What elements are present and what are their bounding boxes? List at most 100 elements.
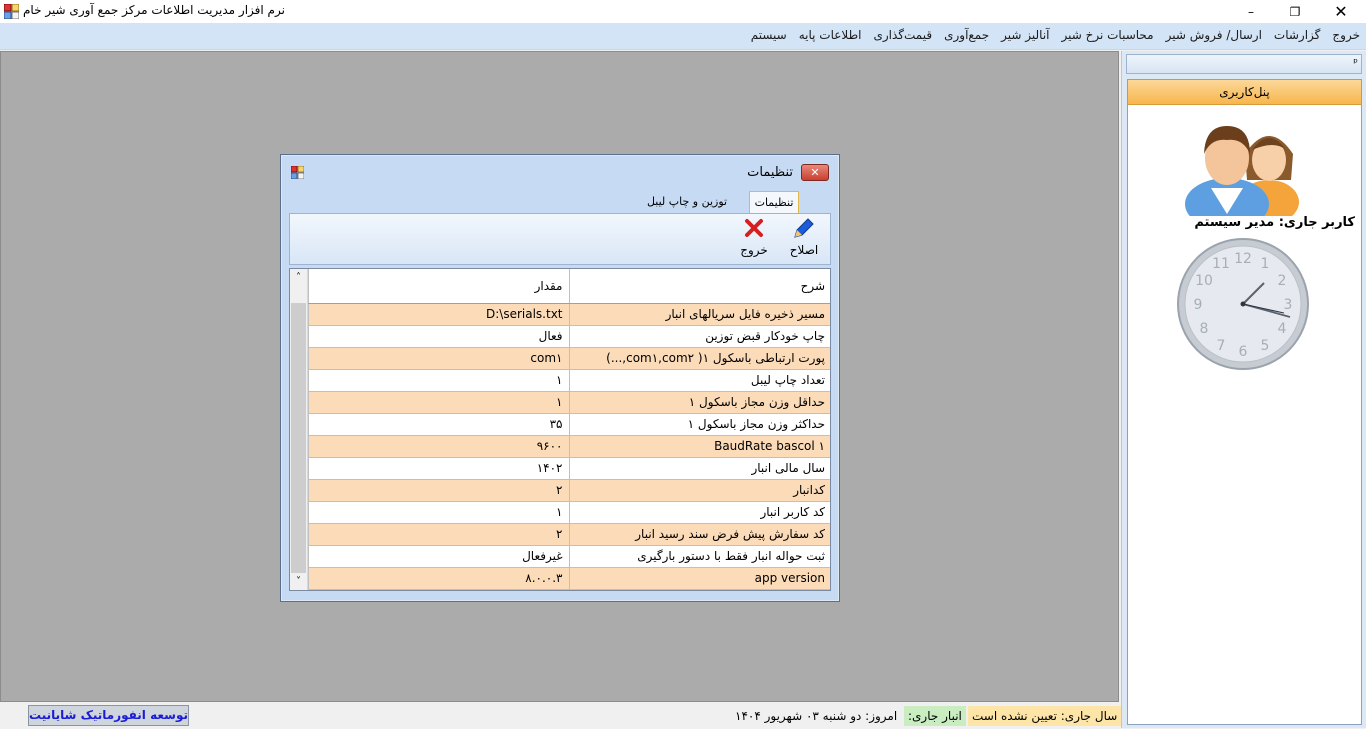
close-icon [745, 219, 763, 237]
menu-items: سیستم اطلاعات پایه قیمت‌گذاری جمع‌آوری آ… [751, 28, 1360, 42]
grid-scrollbar[interactable]: ˄ ˅ [290, 269, 308, 590]
row-description[interactable]: حداکثر وزن مجاز باسکول ۱ [568, 413, 830, 436]
menu-send-sell[interactable]: ارسال/ فروش شیر [1166, 28, 1262, 42]
table-row[interactable]: حداقل وزن مجاز باسکول ۱ ۱ [308, 391, 830, 414]
clock-num: 10 [1195, 273, 1213, 289]
table-row[interactable]: ثبت حواله انبار فقط با دستور بارگیری غیر… [308, 545, 830, 568]
row-description[interactable]: حداقل وزن مجاز باسکول ۱ [568, 391, 830, 414]
column-header-description[interactable]: شرح [568, 269, 830, 304]
window-title: نرم افزار مدیریت اطلاعات مرکز جمع آوری ش… [23, 3, 285, 17]
row-description[interactable]: BaudRate bascol ۱ [568, 435, 830, 458]
row-description[interactable]: تعداد چاپ لیبل [568, 369, 830, 392]
menu-rate-calculation[interactable]: محاسبات نرخ شیر [1062, 28, 1154, 42]
edit-button[interactable]: اصلاح [784, 216, 824, 262]
table-row[interactable]: کدانبار ۲ [308, 479, 830, 502]
row-value[interactable]: ۸.۰.۰.۳ [308, 567, 569, 590]
dialog-toolbar: اصلاح خروج [289, 213, 831, 265]
row-description[interactable]: سال مالی انبار [568, 457, 830, 480]
scroll-up-arrow[interactable]: ˄ [290, 269, 307, 286]
status-today: امروز: دو شنبه ۰۳ شهریور ۱۴۰۴ [735, 709, 898, 723]
settings-grid[interactable]: ˄ ˅ شرح مقدار مسیر ذخیره فایل سریالهای ا… [289, 268, 831, 591]
table-row[interactable]: تعداد چاپ لیبل ۱ [308, 369, 830, 392]
dialog-icon [291, 166, 304, 179]
side-panel-strip: ᵖ [1126, 54, 1362, 74]
settings-dialog: تنظیمات ✕ تنظیمات توزین و چاپ لیبل اصلاح… [280, 154, 840, 602]
row-value[interactable]: ۱ [308, 501, 569, 524]
row-value[interactable]: غیرفعال [308, 545, 569, 568]
table-row[interactable]: BaudRate bascol ۱ ۹۶۰۰ [308, 435, 830, 458]
dialog-close-button[interactable]: ✕ [801, 164, 829, 181]
row-description[interactable]: کدانبار [568, 479, 830, 502]
row-value[interactable]: ۱ [308, 391, 569, 414]
status-bar: توسعه انفورماتیک شایانیت امروز: دو شنبه … [0, 702, 1122, 729]
tab-settings[interactable]: تنظیمات [749, 191, 799, 213]
clock-num: 5 [1261, 338, 1270, 354]
row-value[interactable]: com۱ [308, 347, 569, 370]
table-row[interactable]: سال مالی انبار ۱۴۰۲ [308, 457, 830, 480]
exit-label: خروج [740, 243, 768, 257]
row-description[interactable]: چاپ خودکار قبض توزین [568, 325, 830, 348]
edit-label: اصلاح [789, 243, 819, 257]
row-value[interactable]: ۱۴۰۲ [308, 457, 569, 480]
menu-bar: سیستم اطلاعات پایه قیمت‌گذاری جمع‌آوری آ… [0, 23, 1366, 50]
column-header-value[interactable]: مقدار [308, 269, 569, 304]
users-icon [1185, 126, 1299, 216]
scroll-thumb[interactable] [291, 303, 306, 573]
brand-label: توسعه انفورماتیک شایانیت [28, 705, 189, 726]
status-current-store: انبار جاری: [904, 706, 966, 726]
exit-button[interactable]: خروج [734, 216, 774, 262]
row-value[interactable]: ۱ [308, 369, 569, 392]
clock-num: 7 [1217, 338, 1226, 354]
row-value[interactable]: ۲ [308, 479, 569, 502]
row-value[interactable]: D:\serials.txt [308, 303, 569, 326]
row-value[interactable]: ۹۶۰۰ [308, 435, 569, 458]
clock-num: 1 [1261, 256, 1270, 272]
row-description[interactable]: app version [568, 567, 830, 590]
dialog-title: تنظیمات [747, 165, 793, 180]
row-description[interactable]: کد سفارش پیش فرض سند رسید انبار [568, 523, 830, 546]
table-row[interactable]: کد سفارش پیش فرض سند رسید انبار ۲ [308, 523, 830, 546]
menu-milk-analysis[interactable]: آنالیز شیر [1001, 28, 1049, 42]
menu-base-info[interactable]: اطلاعات پایه [799, 28, 862, 42]
row-value[interactable]: ۲ [308, 523, 569, 546]
title-bar: نرم افزار مدیریت اطلاعات مرکز جمع آوری ش… [0, 0, 1366, 23]
clock-num: 6 [1239, 344, 1248, 360]
table-row[interactable]: app version ۸.۰.۰.۳ [308, 567, 830, 590]
clock-widget: 12 1 2 3 4 5 6 7 8 9 10 11 [1177, 238, 1309, 370]
table-row[interactable]: چاپ خودکار قبض توزین فعال [308, 325, 830, 348]
menu-reports[interactable]: گزارشات [1274, 28, 1320, 42]
menu-pricing[interactable]: قیمت‌گذاری [873, 28, 932, 42]
row-value[interactable]: ۳۵ [308, 413, 569, 436]
menu-collection[interactable]: جمع‌آوری [944, 28, 989, 42]
clock-num: 11 [1212, 256, 1230, 272]
side-panel: ᵖ پنل‌کاربری کاربر جاری: مدیر سیستم 12 1… [1121, 51, 1366, 728]
row-description[interactable]: کد کاربر انبار [568, 501, 830, 524]
tab-weighing-print[interactable]: توزین و چاپ لیبل [637, 191, 737, 213]
row-description[interactable]: پورت ارتباطی باسکول ۱( com۱,com۲,...) [568, 347, 830, 370]
clock-num: 4 [1278, 321, 1287, 337]
settings-table: شرح مقدار مسیر ذخیره فایل سریالهای انبار… [308, 269, 830, 590]
app-icon [4, 4, 19, 19]
menu-exit[interactable]: خروج [1332, 28, 1360, 42]
table-row[interactable]: حداکثر وزن مجاز باسکول ۱ ۳۵ [308, 413, 830, 436]
dialog-tabs: تنظیمات توزین و چاپ لیبل [289, 191, 831, 213]
row-description[interactable]: مسیر ذخیره فایل سریالهای انبار [568, 303, 830, 326]
restore-button[interactable]: ❐ [1272, 0, 1318, 23]
clock-num: 3 [1284, 297, 1293, 313]
user-panel-header: پنل‌کاربری [1128, 80, 1361, 105]
menu-system[interactable]: سیستم [751, 28, 787, 42]
table-row[interactable]: کد کاربر انبار ۱ [308, 501, 830, 524]
clock-num: 8 [1200, 321, 1209, 337]
scroll-down-arrow[interactable]: ˅ [290, 573, 307, 590]
minimize-button[interactable]: – [1228, 0, 1274, 23]
row-value[interactable]: فعال [308, 325, 569, 348]
pin-icon[interactable]: ᵖ [1353, 56, 1358, 69]
clock-num: 9 [1194, 297, 1203, 313]
row-description[interactable]: ثبت حواله انبار فقط با دستور بارگیری [568, 545, 830, 568]
table-row[interactable]: پورت ارتباطی باسکول ۱( com۱,com۲,...) co… [308, 347, 830, 370]
close-window-button[interactable]: ✕ [1318, 0, 1364, 23]
table-row[interactable]: مسیر ذخیره فایل سریالهای انبار D:\serial… [308, 303, 830, 326]
clock-num: 12 [1234, 251, 1252, 267]
table-header-row: شرح مقدار [308, 269, 830, 304]
status-current-year: سال جاری: تعیین نشده است [968, 706, 1122, 726]
